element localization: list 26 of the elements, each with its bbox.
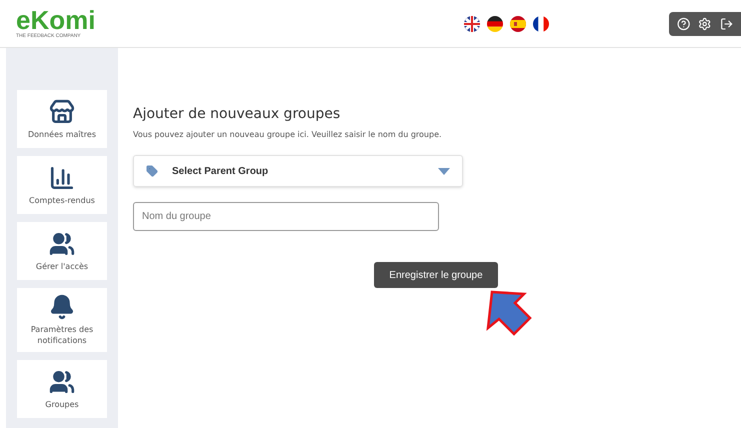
settings-icon[interactable]: [698, 16, 712, 30]
people-icon: [49, 368, 75, 394]
arrow-annotation: [484, 290, 532, 338]
uk-flag-icon[interactable]: [464, 16, 480, 32]
france-flag-icon[interactable]: [533, 16, 549, 32]
help-icon[interactable]: [677, 16, 690, 30]
sidebar-item[interactable]: Groupes: [17, 360, 107, 418]
chart-icon: [49, 164, 75, 190]
store-icon: [49, 98, 75, 124]
germany-flag-icon[interactable]: [487, 16, 503, 32]
tag-icon: [146, 165, 158, 177]
page-title: Ajouter de nouveaux groupes: [133, 105, 342, 123]
caret-icon: [438, 168, 450, 174]
group-name-field[interactable]: Nom du groupe: [133, 202, 439, 231]
logout-icon[interactable]: [720, 16, 733, 30]
sidebar-item[interactable]: Données maîtres: [17, 90, 107, 148]
logo: eKomi: [16, 7, 96, 33]
sidebar-item[interactable]: Comptes-rendus: [17, 156, 107, 214]
sidebar-item[interactable]: Paramètres des notifications: [17, 288, 107, 352]
save-button[interactable]: Enregistrer le groupe: [374, 262, 498, 288]
spain-flag-icon[interactable]: [510, 16, 526, 32]
bell-icon: [49, 294, 75, 320]
page-description: Vous pouvez ajouter un nouveau groupe ici. Veuillez saisir le nom du groupe.: [133, 129, 443, 141]
sidebar-item[interactable]: Gérer l'accès: [17, 222, 107, 280]
parent-group-select[interactable]: Select Parent Group: [133, 155, 463, 187]
people-icon: [49, 230, 75, 256]
